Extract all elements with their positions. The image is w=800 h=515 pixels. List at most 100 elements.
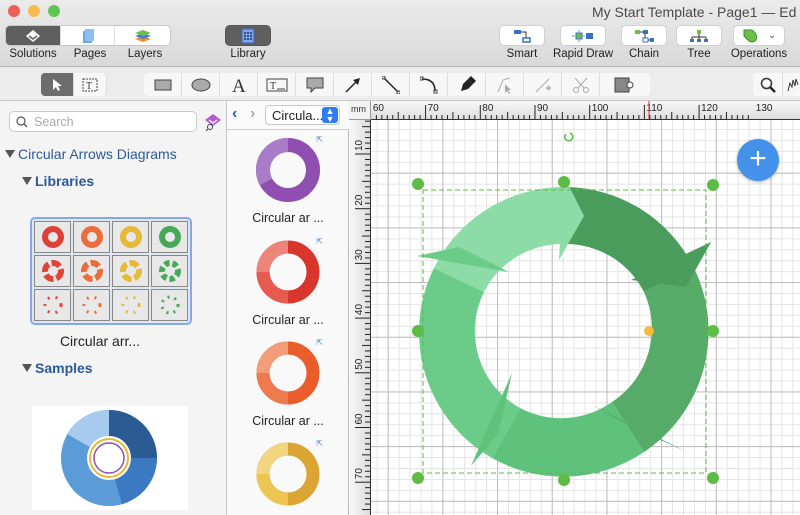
text-select-tool[interactable]: T	[74, 73, 107, 96]
ruler-label: 70	[354, 468, 365, 480]
thumb-orange-ring	[73, 221, 110, 253]
library-label: Library	[230, 48, 266, 60]
thumb-orange-arrows	[73, 255, 110, 287]
arc-tool[interactable]	[410, 73, 448, 96]
text-tool[interactable]: A	[220, 73, 258, 96]
title-bar: My Start Template - Page1 — Ed Solutions…	[0, 0, 800, 67]
thumb-green-dots	[151, 289, 188, 321]
cut-path-tool[interactable]	[562, 73, 600, 96]
rapid-draw-icon	[572, 29, 593, 42]
thumb-yellow-arrows	[112, 255, 149, 287]
select-tool[interactable]	[41, 73, 74, 96]
zoom-tool[interactable]	[753, 73, 783, 96]
layers-icon	[134, 29, 151, 42]
solutions-tab[interactable]	[6, 26, 61, 45]
sample-thumbnail[interactable]	[32, 406, 188, 510]
library-thumbnail[interactable]	[30, 217, 192, 325]
search-icon	[16, 116, 28, 128]
control-point-handle	[644, 326, 654, 336]
resize-handle	[412, 325, 424, 337]
rectangle-icon	[154, 79, 171, 90]
solution-title: Circular Arrows Diagrams	[18, 146, 177, 162]
library-selector-value: Circula...	[272, 108, 324, 123]
ruler-label: 20	[354, 194, 365, 206]
rectangle-tool[interactable]	[144, 73, 182, 96]
smart-connector-icon	[514, 29, 531, 43]
updown-chevron-icon: ▲ ▼	[322, 107, 338, 124]
window-title: My Start Template - Page1 — Ed	[592, 4, 797, 20]
resize-handle	[558, 474, 570, 486]
library-button[interactable]	[225, 25, 271, 46]
chain-button[interactable]	[621, 25, 667, 46]
add-button[interactable]: +	[737, 139, 779, 181]
horizontal-ruler: 60 70 80 90 100 110 120 130	[371, 101, 800, 120]
sample-diagram-image	[61, 409, 157, 506]
resize-handle	[707, 472, 719, 484]
pen-tool[interactable]	[448, 73, 486, 96]
rapid-draw-label: Rapid Draw	[552, 48, 614, 60]
solution-browser-icon[interactable]	[204, 113, 222, 131]
library-item[interactable]: ⇱	[227, 439, 349, 512]
close-window-button[interactable]	[8, 5, 20, 17]
rotate-handle-icon	[564, 132, 574, 142]
library-item[interactable]: ⇱ Circular ar ...	[227, 338, 349, 428]
drawing-canvas[interactable]	[371, 120, 800, 515]
libraries-group[interactable]: Libraries	[22, 173, 94, 189]
ruler-label: 60	[354, 413, 365, 425]
rapid-draw-button[interactable]	[560, 25, 606, 46]
pages-icon	[82, 28, 94, 43]
library-item[interactable]: ⇱ Circular ar ...	[227, 135, 349, 225]
search-input[interactable]: Search	[9, 111, 197, 132]
ruler-label: 80	[482, 103, 494, 114]
text-block-tool[interactable]: T	[258, 73, 296, 96]
resize-handle	[707, 179, 719, 191]
callout-tool[interactable]	[296, 73, 334, 96]
chain-label: Chain	[628, 48, 660, 60]
operations-button[interactable]: ⌄	[733, 25, 785, 46]
samples-group[interactable]: Samples	[22, 360, 93, 376]
library-panel: ‹ › Circula... ▲ ▼ ⇱ Circular ar ... ⇱ Ci…	[227, 101, 349, 515]
pages-tab[interactable]	[61, 26, 116, 45]
ruler-label: 120	[701, 103, 718, 114]
pointer-icon	[53, 78, 62, 91]
circular-arrows-diagram[interactable]	[371, 120, 800, 515]
ruler-unit[interactable]: mm	[349, 101, 371, 120]
arrow-tool[interactable]	[334, 73, 372, 96]
ellipse-icon	[191, 78, 210, 91]
callout-icon	[306, 77, 323, 93]
yellow-circular-arrows-icon	[256, 442, 320, 506]
tree-button[interactable]	[676, 25, 722, 46]
direct-select-tool[interactable]	[486, 73, 524, 96]
solutions-icon	[25, 29, 40, 42]
purple-circular-arrows-icon	[255, 137, 320, 202]
arrow-line-icon	[344, 77, 360, 93]
back-chevron-icon[interactable]: ‹	[232, 105, 237, 123]
thumb-green-arrows	[151, 255, 188, 287]
expand-icon: ⇱	[316, 439, 323, 448]
resize-handle	[412, 178, 424, 190]
forward-chevron-icon[interactable]: ›	[250, 105, 255, 123]
text-frame-icon: T	[82, 78, 98, 92]
smart-label: Smart	[506, 48, 538, 60]
minimize-window-button[interactable]	[28, 5, 40, 17]
hand-icon	[787, 78, 798, 91]
arrow-segment-left	[419, 268, 520, 458]
resize-handle	[707, 325, 719, 337]
library-selector[interactable]: Circula... ▲ ▼	[265, 105, 340, 125]
ruler-label: 60	[373, 103, 385, 114]
svg-text:T: T	[270, 81, 276, 92]
ruler-label: 100	[592, 103, 609, 114]
pages-label: Pages	[73, 48, 107, 60]
solution-tree-item[interactable]: Circular Arrows Diagrams	[5, 146, 177, 162]
operations-icon	[743, 29, 757, 42]
zoom-window-button[interactable]	[48, 5, 60, 17]
solutions-sidebar: Search Circular Arrows Diagrams Librarie…	[0, 101, 227, 515]
layers-tab[interactable]	[115, 26, 170, 45]
add-point-tool[interactable]	[524, 73, 562, 96]
container-tool[interactable]	[600, 73, 650, 96]
pan-tool[interactable]	[783, 73, 800, 96]
line-tool[interactable]	[372, 73, 410, 96]
ellipse-tool[interactable]	[182, 73, 220, 96]
smart-button[interactable]	[499, 25, 545, 46]
library-item[interactable]: ⇱ Circular ar ...	[227, 237, 349, 327]
